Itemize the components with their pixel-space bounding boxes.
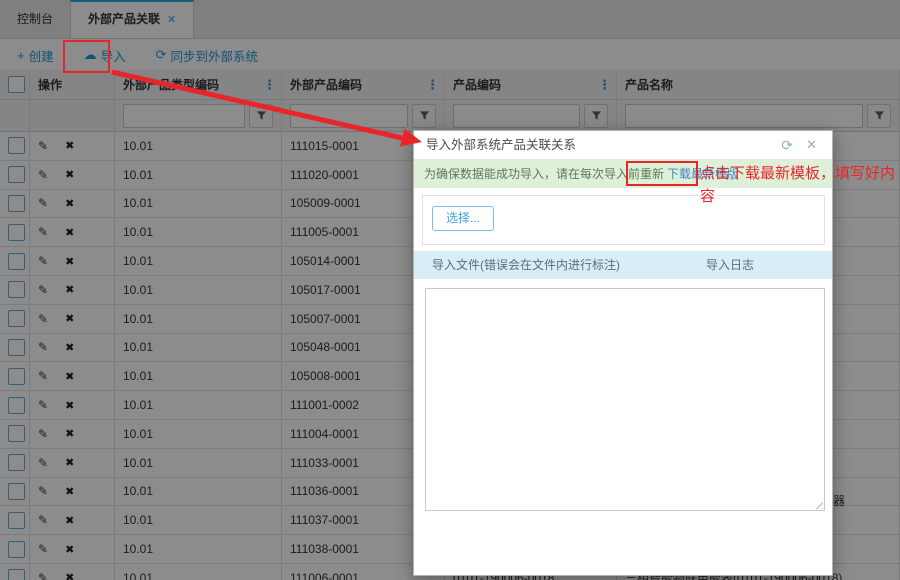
dialog-title: 导入外部系统产品关联关系 [414, 131, 832, 160]
annotation-box-download-link [626, 161, 698, 186]
annotation-arrow [111, 69, 422, 147]
app-window: 控制台 外部产品关联✕ +创建 ☁导入 ⟳同步到外部系统 操作外部产品类型编码⋮… [0, 0, 900, 580]
upload-list-header: 导入文件(错误会在文件内进行标注) 导入日志 [414, 251, 832, 279]
upload-result-area[interactable] [425, 288, 825, 511]
choose-file-button[interactable]: 选择... [432, 206, 494, 231]
import-file-column-label: 导入文件(错误会在文件内进行标注) [432, 258, 620, 272]
resize-handle[interactable] [814, 500, 823, 509]
dialog-close-icon[interactable]: ✕ [806, 131, 817, 159]
annotation-note: 点击下载最新模板，填写好内容 [700, 165, 896, 205]
dialog-refresh-icon[interactable]: ⟳ [781, 131, 793, 159]
import-log-column-label: 导入日志 [706, 258, 755, 272]
